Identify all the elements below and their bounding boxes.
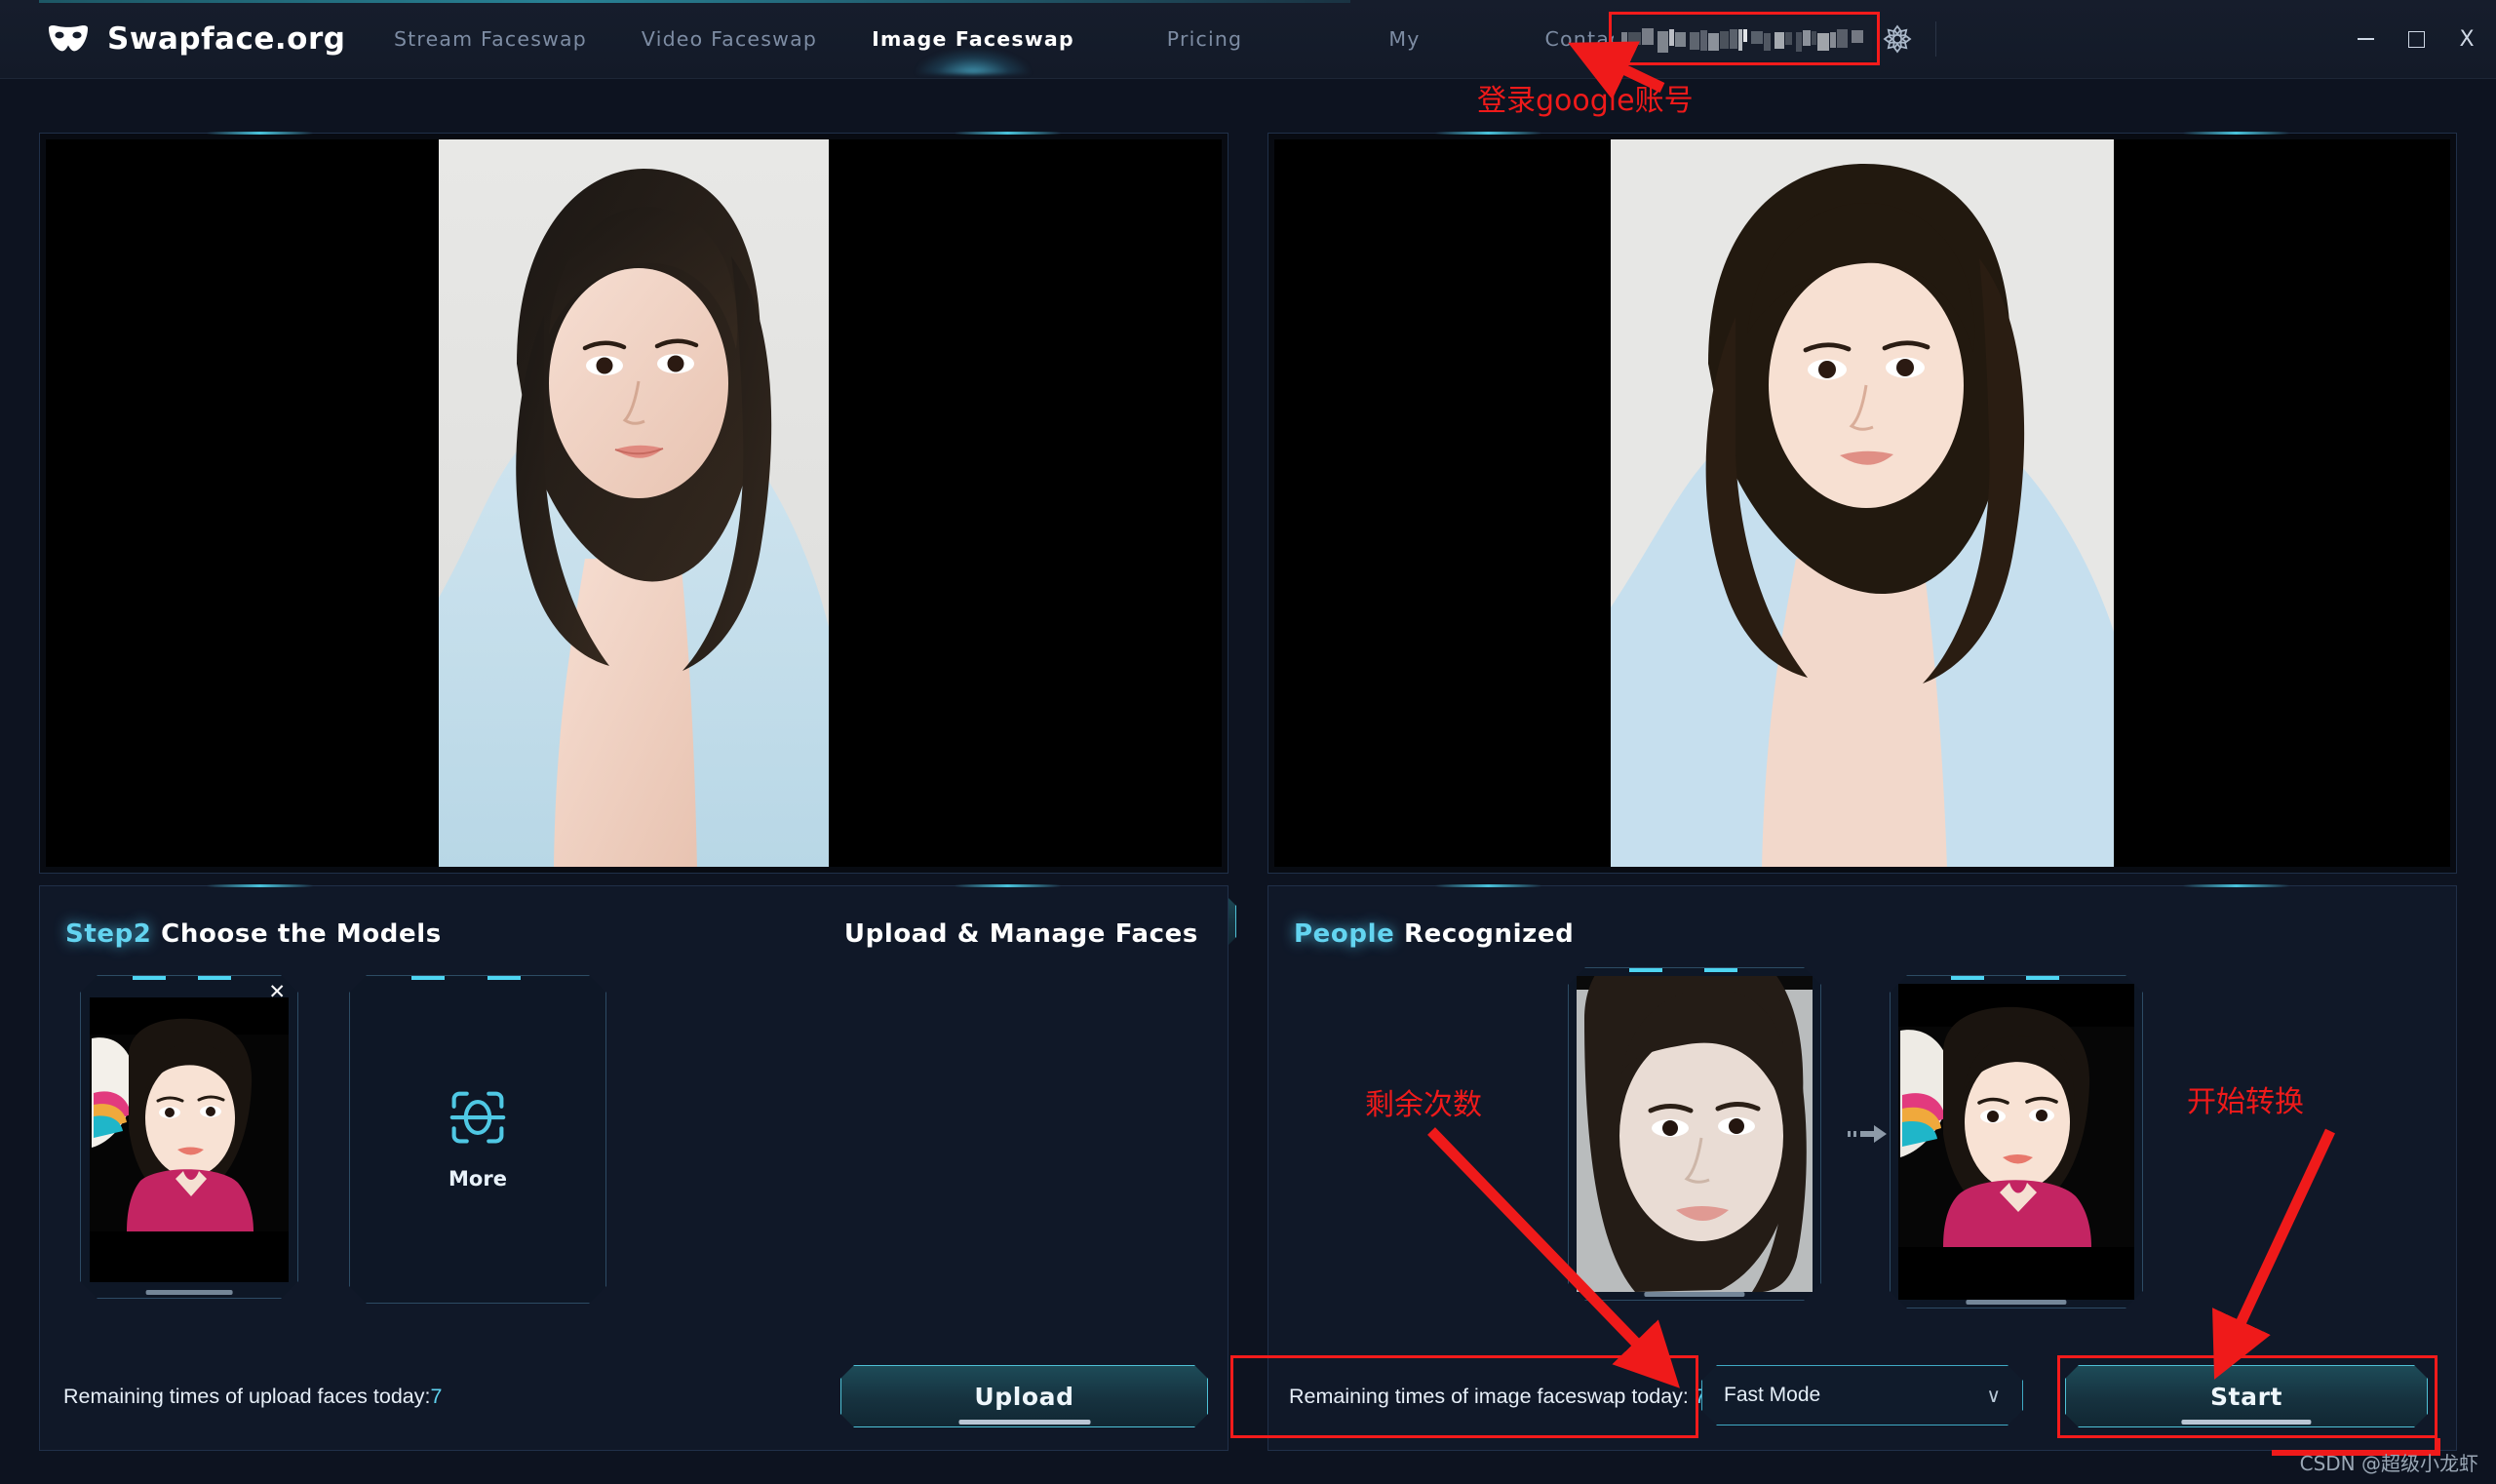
card-underline [1966, 1300, 2066, 1305]
face-scan-icon [448, 1088, 507, 1152]
nav-item-video-faceswap[interactable]: Video Faceswap [612, 0, 846, 78]
source-image[interactable] [46, 139, 1222, 867]
result-preview-panel: Swapface.org Download [1268, 133, 2457, 874]
upload-remaining-label: Remaining times of upload faces today: [63, 1385, 430, 1408]
card-tick [133, 976, 166, 980]
card-tick [488, 976, 521, 980]
result-image[interactable] [1274, 139, 2450, 867]
card-tick [1704, 968, 1737, 972]
nav-item-my[interactable]: My [1309, 0, 1500, 78]
account-highlight-box [1609, 12, 1880, 65]
card-tick [1951, 976, 1984, 980]
models-title-text: Choose the Models [161, 919, 442, 949]
start-button[interactable]: Start [2065, 1365, 2428, 1427]
mode-select-value: Fast Mode [1724, 1384, 1820, 1407]
title-bar: Swapface.org Stream Faceswap Video Faces… [0, 0, 2496, 79]
nav-label: Stream Faceswap [394, 27, 587, 51]
upload-button[interactable]: Upload [840, 1365, 1208, 1427]
remove-model-icon[interactable]: ✕ [268, 982, 286, 1002]
nav-label: My [1388, 27, 1420, 51]
maximize-button[interactable] [2391, 15, 2441, 63]
nav-label: Image Faceswap [872, 27, 1074, 51]
source-photo [439, 139, 829, 867]
card-tick [1629, 968, 1662, 972]
annotation-remaining-times: 剩余次数 [1365, 1080, 1482, 1123]
more-models-card[interactable]: More [349, 975, 606, 1304]
model-thumbnail [90, 997, 289, 1282]
card-underline [146, 1290, 233, 1295]
close-icon: X [2459, 27, 2474, 52]
result-photo [1611, 139, 2114, 867]
recognized-target-face [1898, 984, 2134, 1300]
app-window: Swapface.org Stream Faceswap Video Faces… [0, 0, 2496, 1484]
card-underline [1644, 1292, 1744, 1297]
people-panel-title: People Recognized [1294, 919, 1574, 949]
recognized-source-face [1577, 976, 1813, 1292]
nav-label: Video Faceswap [642, 27, 817, 51]
nav-label: Pricing [1167, 27, 1243, 51]
nav-item-image-faceswap[interactable]: Image Faceswap [846, 0, 1100, 78]
titlebar-divider [1935, 21, 1936, 57]
upload-label: Upload [974, 1383, 1073, 1411]
window-controls: X [2340, 0, 2492, 78]
mask-icon [47, 24, 90, 54]
gear-icon[interactable] [1882, 23, 1913, 55]
mode-select[interactable]: Fast Mode ∨ [1701, 1365, 2023, 1425]
models-panel-title: Step2 Choose the Models [65, 919, 442, 949]
nav-item-stream-faceswap[interactable]: Stream Faceswap [369, 0, 612, 78]
button-underline [2181, 1420, 2311, 1425]
close-button[interactable]: X [2441, 15, 2492, 63]
brand-name: Swapface.org [107, 21, 345, 57]
faceswap-remaining-label: Remaining times of image faceswap today: [1289, 1385, 1695, 1408]
upload-remaining-text: Remaining times of upload faces today:7 [63, 1385, 442, 1409]
main-nav: Stream Faceswap Video Faceswap Image Fac… [369, 0, 1709, 78]
card-tick [198, 976, 231, 980]
model-card[interactable]: ✕ [80, 975, 298, 1299]
recognized-label: Recognized [1404, 919, 1574, 949]
button-underline [958, 1420, 1090, 1425]
upload-manage-faces-label: Upload & Manage Faces [844, 919, 1198, 949]
start-label: Start [2210, 1383, 2282, 1411]
people-label: People [1294, 919, 1394, 949]
recognized-source-face-card[interactable] [1568, 967, 1821, 1301]
brand: Swapface.org [47, 21, 369, 57]
step-label: Step2 [65, 919, 152, 949]
card-tick [2026, 976, 2059, 980]
annotation-start-convert: 开始转换 [2187, 1077, 2304, 1120]
annotation-login-google: 登录google账号 [1477, 76, 1694, 119]
credit-watermark: CSDN @超级小龙虾 [2300, 1448, 2478, 1476]
minimize-button[interactable] [2340, 15, 2391, 63]
chevron-down-icon: ∨ [1986, 1384, 2001, 1408]
nav-item-pricing[interactable]: Pricing [1100, 0, 1309, 78]
recognized-target-face-card[interactable] [1890, 975, 2143, 1308]
arrow-right-icon [1848, 1121, 1887, 1147]
card-tick [411, 976, 445, 980]
more-label: More [448, 1167, 507, 1191]
upload-remaining-value: 7 [430, 1385, 442, 1408]
source-preview-panel: Reset [39, 133, 1228, 874]
faceswap-remaining-text: Remaining times of image faceswap today:… [1289, 1385, 1706, 1409]
